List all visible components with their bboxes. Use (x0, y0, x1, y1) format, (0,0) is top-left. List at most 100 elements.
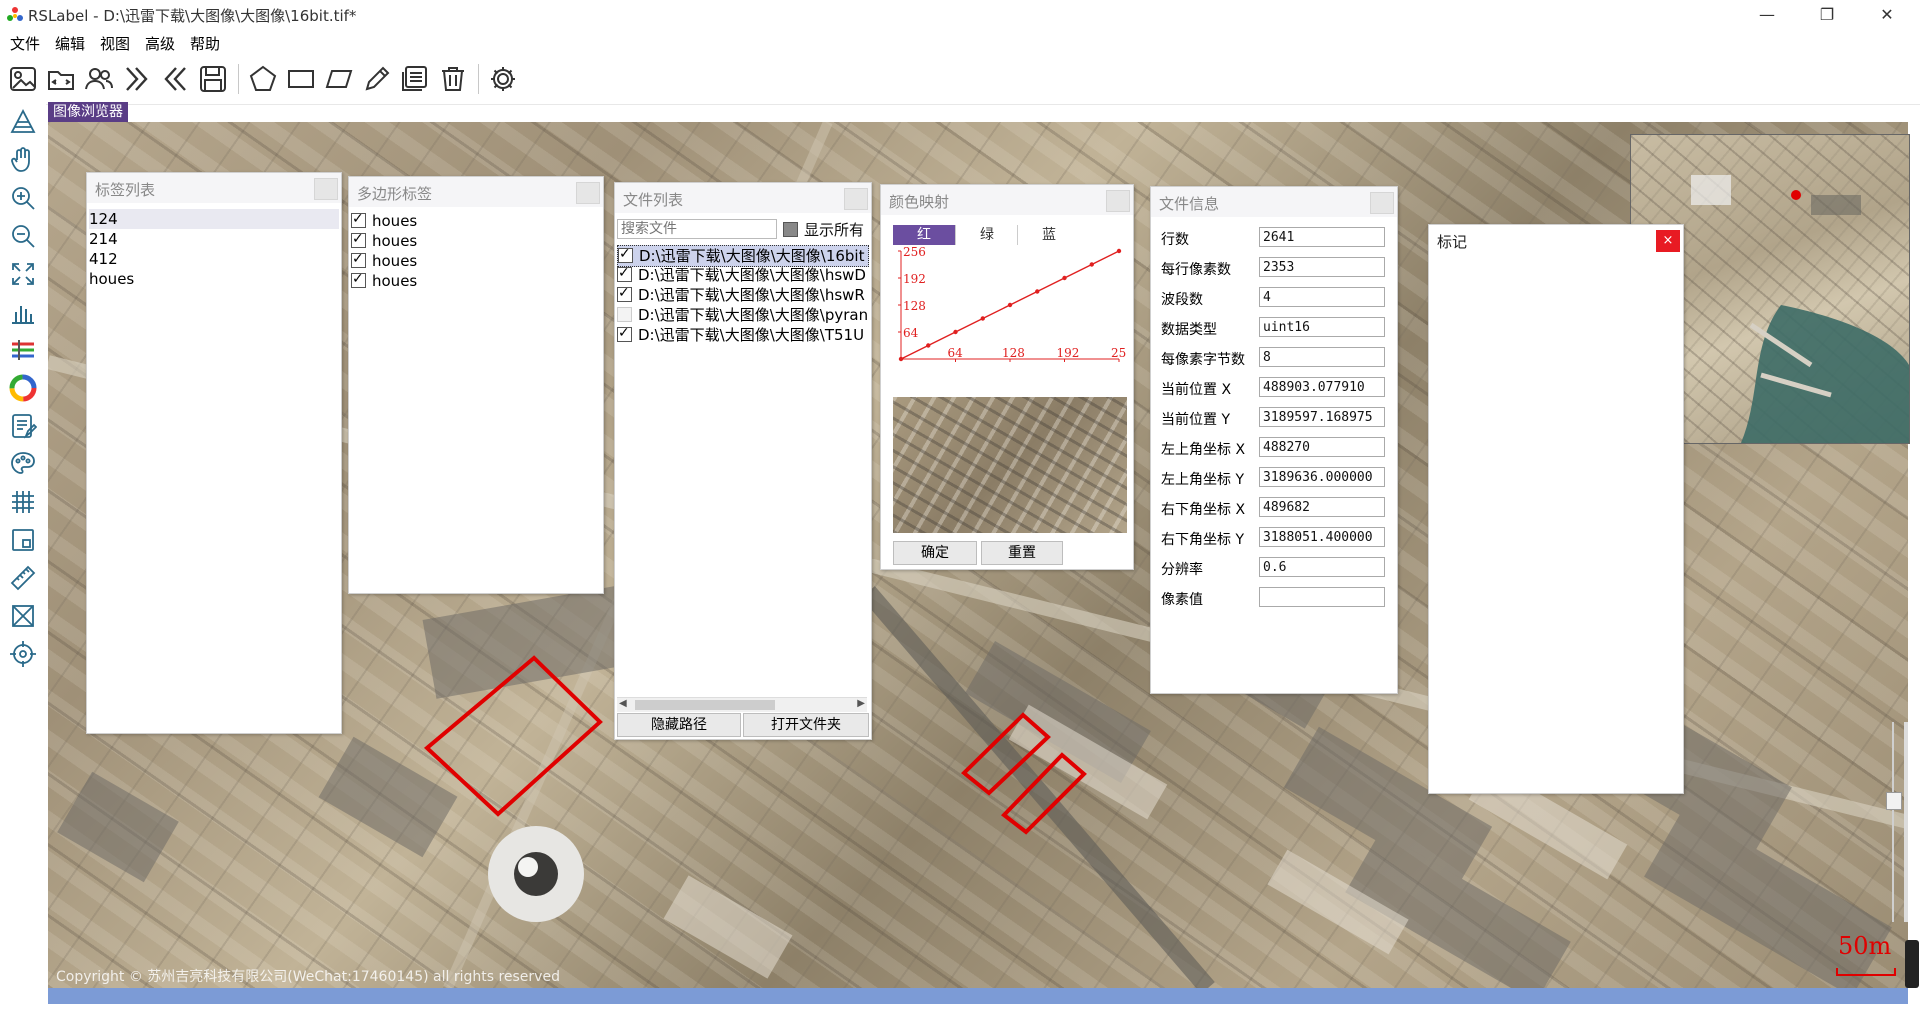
menu-file[interactable]: 文件 (10, 33, 40, 54)
settings-icon[interactable] (486, 62, 520, 96)
open-image-icon[interactable] (6, 62, 40, 96)
list-item-label: houes (372, 252, 418, 270)
trash-icon[interactable] (436, 62, 470, 96)
parallelogram-icon[interactable] (322, 62, 356, 96)
file-info-value[interactable]: uint16 (1259, 317, 1385, 337)
list-item[interactable]: houes (351, 251, 601, 271)
image-viewer-tab[interactable]: 图像浏览器 (48, 102, 128, 122)
pan-hand-icon[interactable] (7, 144, 39, 176)
file-search-input[interactable] (617, 219, 777, 239)
menu-view[interactable]: 视图 (100, 33, 130, 54)
panel-close-button[interactable] (844, 188, 868, 210)
scrollbar-thumb[interactable] (635, 700, 775, 710)
menu-help[interactable]: 帮助 (190, 33, 220, 54)
menu-advanced[interactable]: 高级 (145, 33, 175, 54)
file-info-value[interactable]: 4 (1259, 287, 1385, 307)
histogram-icon[interactable] (7, 296, 39, 328)
rectangle-icon[interactable] (284, 62, 318, 96)
panel-close-button[interactable]: × (1656, 230, 1680, 252)
file-list-scrollbar[interactable]: ◀ ▶ (617, 697, 867, 712)
users-icon[interactable] (82, 62, 116, 96)
panel-close-button[interactable] (1370, 192, 1394, 214)
close-window-button[interactable]: ✕ (1864, 0, 1910, 30)
save-icon[interactable] (196, 62, 230, 96)
file-info-value[interactable]: 489682 (1259, 497, 1385, 517)
checkbox[interactable] (351, 271, 366, 289)
file-info-value[interactable]: 488270 (1259, 437, 1385, 457)
panel-close-button[interactable] (1106, 190, 1130, 212)
checkbox[interactable] (783, 222, 798, 237)
pencil-icon[interactable] (360, 62, 394, 96)
toolbar (0, 54, 1920, 105)
vertical-scrollbar-thumb[interactable] (1905, 940, 1919, 988)
edit-list-icon[interactable] (7, 410, 39, 442)
zoom-out-icon[interactable] (7, 220, 39, 252)
ok-button[interactable]: 确定 (893, 541, 977, 565)
zoom-slider-handle[interactable] (1886, 792, 1902, 810)
scale-bar (1836, 968, 1896, 976)
file-list-item[interactable]: D:\迅雷下载\大图像\大图像\hswR (617, 285, 869, 305)
horizontal-scrollbar[interactable] (48, 988, 1908, 1004)
window-icon[interactable] (7, 524, 39, 556)
layers-icon[interactable] (398, 62, 432, 96)
file-info-value[interactable]: 3189636.000000 (1259, 467, 1385, 487)
file-list-item[interactable]: D:\迅雷下载\大图像\大图像\16bit (617, 245, 869, 267)
file-info-value[interactable]: 0.6 (1259, 557, 1385, 577)
open-folder-button[interactable]: 打开文件夹 (743, 713, 869, 737)
checkbox[interactable] (617, 285, 632, 303)
checkbox[interactable] (351, 231, 366, 249)
list-item[interactable]: houes (351, 271, 601, 291)
file-list-item[interactable]: D:\迅雷下载\大图像\大图像\pyran (617, 305, 869, 325)
tab-green[interactable]: 绿 (955, 225, 1018, 245)
list-item[interactable]: 412 (89, 249, 339, 269)
file-info-value[interactable]: 488903.077910 (1259, 377, 1385, 397)
menu-edit[interactable]: 编辑 (55, 33, 85, 54)
show-all-toggle[interactable]: 显示所有 (783, 219, 864, 240)
list-item[interactable]: 124 (89, 209, 339, 229)
list-item[interactable]: houes (351, 231, 601, 251)
ruler-icon[interactable] (7, 562, 39, 594)
panel-close-button[interactable] (314, 178, 338, 200)
list-item[interactable]: 214 (89, 229, 339, 249)
scroll-left-icon[interactable]: ◀ (619, 698, 627, 709)
hide-path-button[interactable]: 隐藏路径 (617, 713, 741, 737)
color-wheel-icon[interactable] (7, 372, 39, 404)
previous-icon[interactable] (158, 62, 192, 96)
restore-button[interactable]: ❐ (1804, 0, 1850, 30)
reset-button[interactable]: 重置 (981, 541, 1063, 565)
file-info-value[interactable]: 2353 (1259, 257, 1385, 277)
list-item[interactable]: houes (89, 269, 339, 289)
file-info-value[interactable] (1259, 587, 1385, 607)
mapping-curve-chart[interactable]: 256 192 128 64 64 128 192 256 (893, 247, 1127, 375)
zoom-slider-track[interactable] (1892, 722, 1894, 922)
file-list-item[interactable]: D:\迅雷下载\大图像\大图像\hswD (617, 265, 869, 285)
next-icon[interactable] (120, 62, 154, 96)
file-info-value[interactable]: 3189597.168975 (1259, 407, 1385, 427)
crop-icon[interactable] (7, 600, 39, 632)
pyramid-icon[interactable] (7, 106, 39, 138)
tab-blue[interactable]: 蓝 (1017, 225, 1080, 245)
checkbox[interactable] (617, 325, 632, 343)
file-info-value[interactable]: 3188051.400000 (1259, 527, 1385, 547)
checkbox[interactable] (617, 265, 632, 283)
minimize-button[interactable]: — (1744, 0, 1790, 30)
locate-icon[interactable] (7, 638, 39, 670)
band-composite-icon[interactable] (7, 334, 39, 366)
grid-icon[interactable] (7, 486, 39, 518)
checkbox[interactable] (617, 307, 632, 322)
fit-extent-icon[interactable] (7, 258, 39, 290)
checkbox[interactable] (351, 211, 366, 229)
panel-close-button[interactable] (576, 182, 600, 204)
file-list-item[interactable]: D:\迅雷下载\大图像\大图像\T51U (617, 325, 869, 345)
open-folder-icon[interactable] (44, 62, 78, 96)
tab-red[interactable]: 红 (893, 225, 955, 245)
polygon-icon[interactable] (246, 62, 280, 96)
zoom-in-icon[interactable] (7, 182, 39, 214)
checkbox[interactable] (351, 251, 366, 269)
scroll-right-icon[interactable]: ▶ (857, 698, 865, 709)
file-info-value[interactable]: 8 (1259, 347, 1385, 367)
file-info-value[interactable]: 2641 (1259, 227, 1385, 247)
palette-icon[interactable] (7, 448, 39, 480)
list-item[interactable]: houes (351, 211, 601, 231)
checkbox[interactable] (618, 246, 633, 264)
